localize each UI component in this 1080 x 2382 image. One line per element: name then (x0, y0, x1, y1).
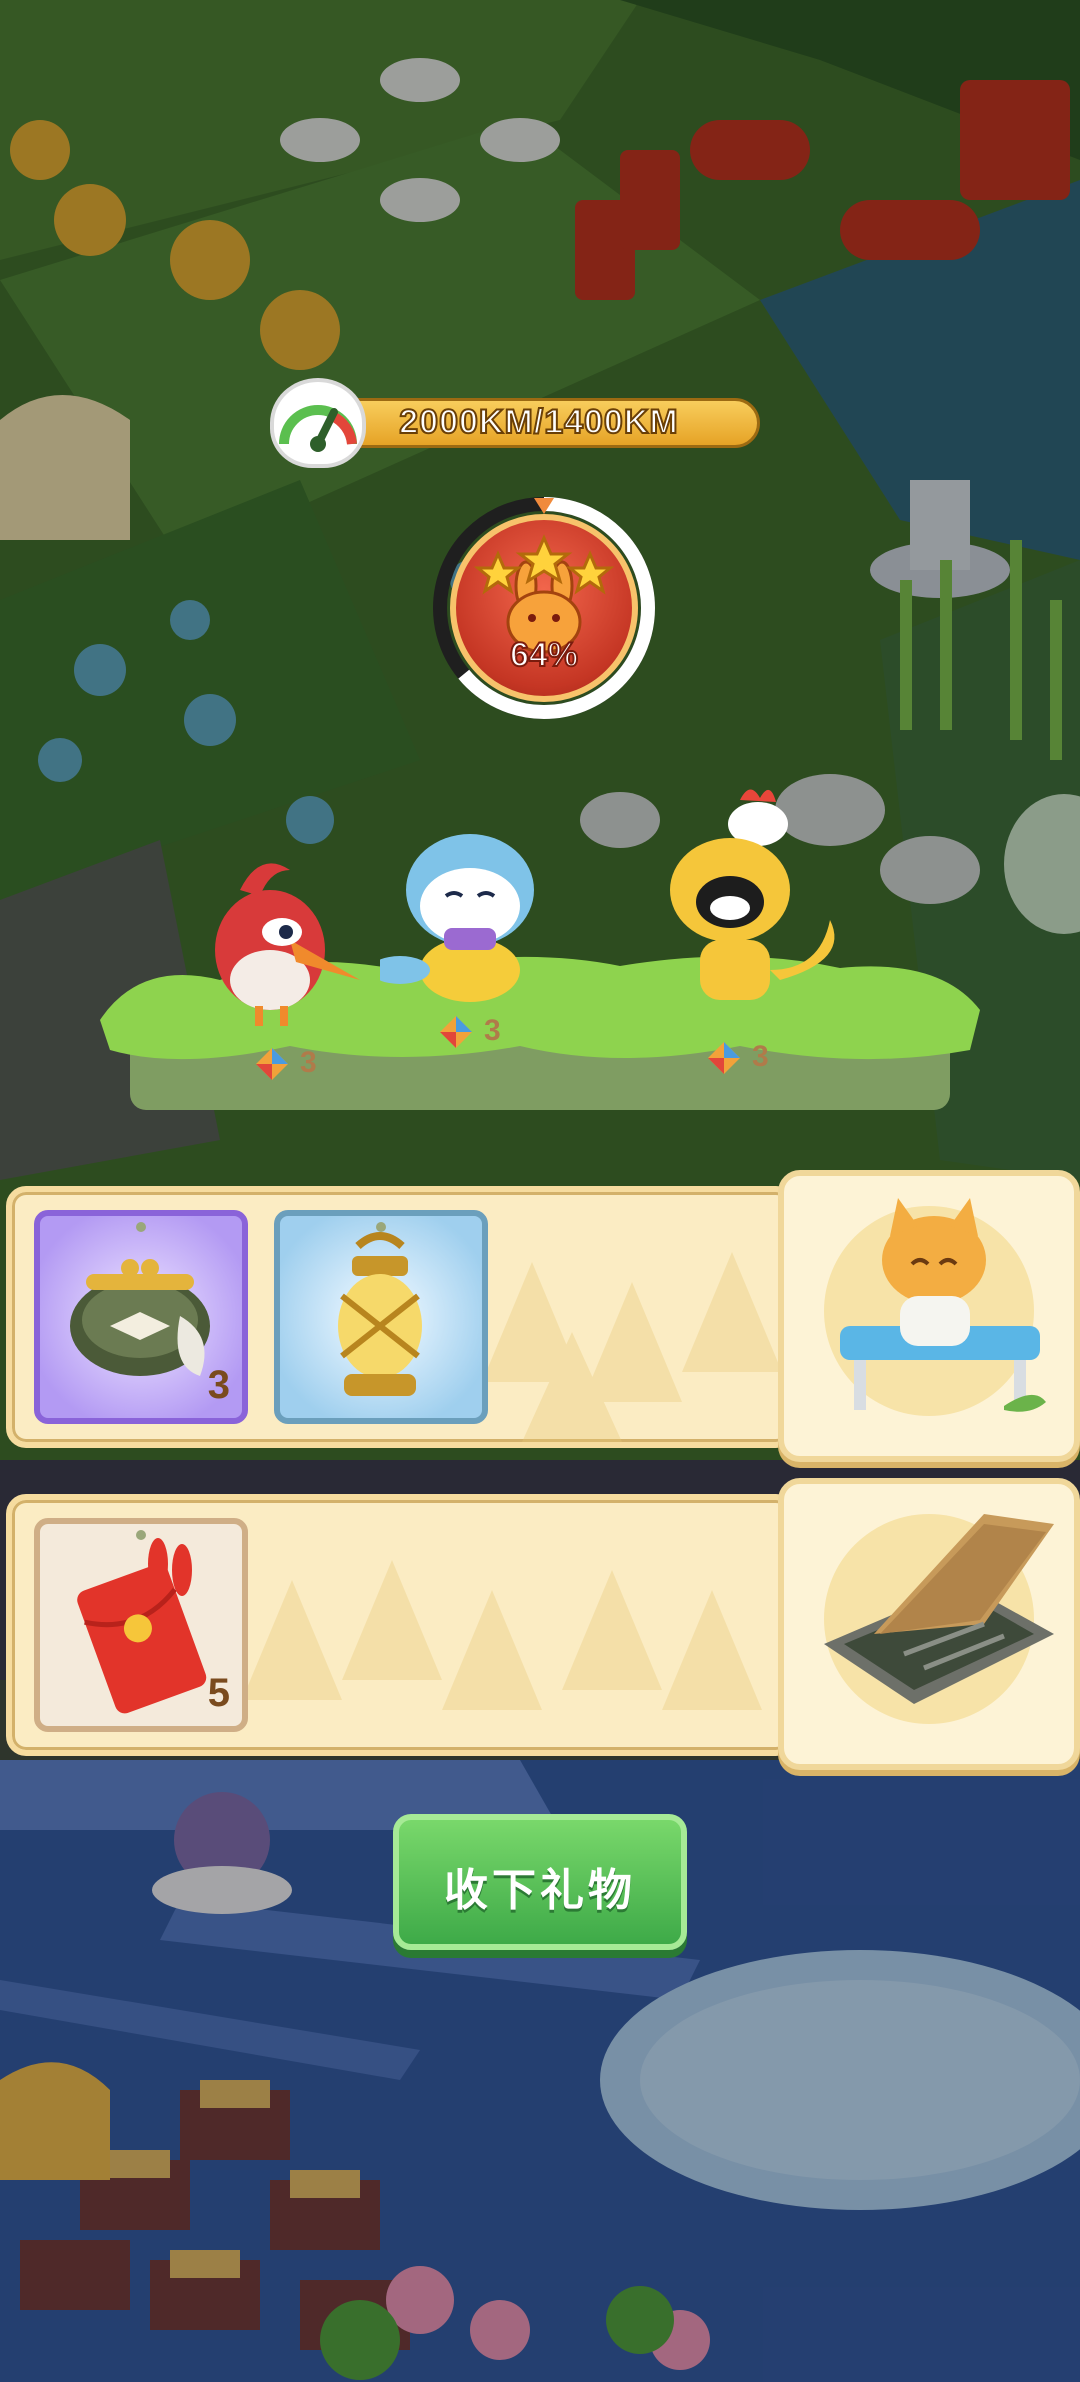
character-blue-otter[interactable] (370, 810, 560, 1010)
gift-icon (708, 1042, 740, 1074)
reward-slot-lantern[interactable] (274, 1210, 488, 1424)
slot-dot (136, 1530, 146, 1540)
progress-badge: 64% (430, 494, 658, 722)
reward-panel-1: 3 (6, 1186, 796, 1448)
progress-percent: 64% (509, 635, 579, 675)
distance-text: 2000KM/1400KM (398, 402, 679, 442)
cat-on-bench-icon (840, 1198, 1046, 1412)
gift-icon (256, 1048, 288, 1080)
star-rating-icon (473, 534, 615, 595)
gift-count-red-bird: 3 (252, 1044, 332, 1084)
reward-slot-coin-purse[interactable]: 3 (34, 1210, 248, 1424)
slot-dot (376, 1222, 386, 1232)
gift-icon (440, 1016, 472, 1048)
reward-slot-red-envelope[interactable]: 5 (34, 1518, 248, 1732)
reward-card-cat-bench[interactable] (778, 1170, 1080, 1462)
reward-panel-2: 5 (6, 1494, 796, 1756)
speedometer-icon (270, 378, 366, 468)
reward-card-trapdoor[interactable] (778, 1478, 1080, 1770)
accept-gifts-button[interactable]: 收下礼物 (393, 1814, 687, 1950)
character-red-bird[interactable] (200, 830, 360, 1030)
slot-dot (136, 1222, 146, 1232)
trapdoor-icon (824, 1514, 1054, 1704)
character-yellow-dog[interactable] (660, 780, 860, 1020)
lantern-icon (338, 1232, 422, 1396)
accept-gifts-label: 收下礼物 (444, 1865, 636, 1916)
gift-count-blue-otter: 3 (436, 1012, 516, 1052)
gift-count-yellow-dog: 3 (704, 1038, 784, 1078)
distance-progress-bar: 2000KM/1400KM (318, 398, 760, 448)
